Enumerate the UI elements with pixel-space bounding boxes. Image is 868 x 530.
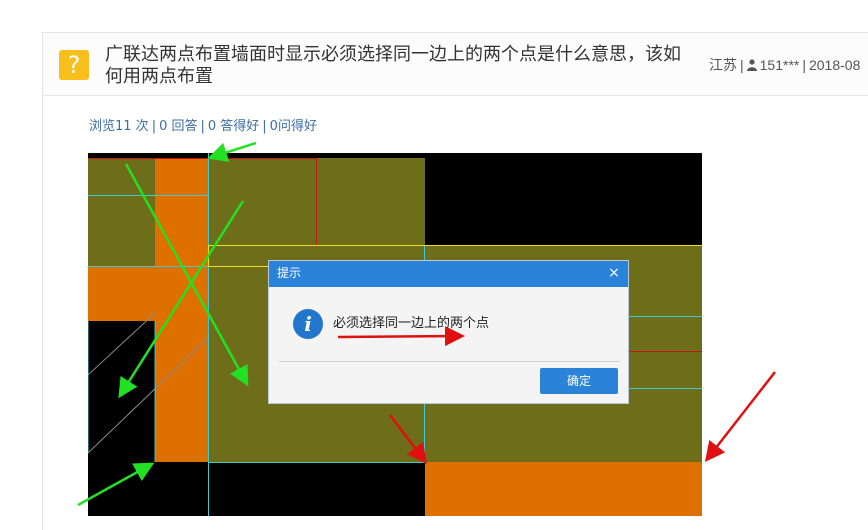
page: ? 广联达两点布置墙面时显示必须选择同一边上的两个点是什么意思，该如何用两点布置… <box>0 0 868 530</box>
red-arrow <box>337 326 465 347</box>
red-arrow <box>389 414 428 464</box>
green-arrow <box>124 163 249 387</box>
red-arrow <box>704 371 776 462</box>
green-arrow <box>207 141 257 162</box>
annotation-arrows <box>77 141 776 507</box>
green-arrow <box>77 462 155 507</box>
green-arrow <box>118 200 245 399</box>
